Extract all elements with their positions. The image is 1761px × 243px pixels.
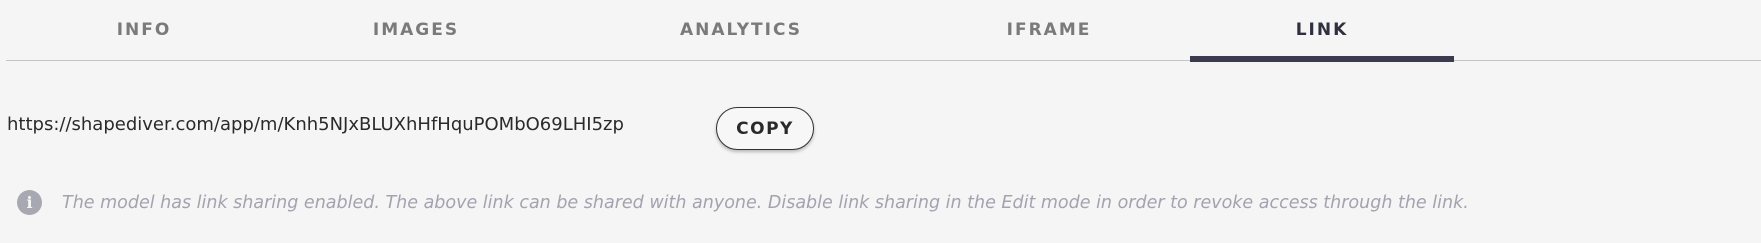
copy-button[interactable]: COPY: [716, 107, 814, 150]
tab-info-label: INFO: [116, 19, 172, 40]
tab-iframe[interactable]: IFRAME: [944, 0, 1154, 61]
link-sharing-notice-text: The model has link sharing enabled. The …: [62, 192, 1469, 213]
tab-bar: INFO IMAGES ANALYTICS IFRAME LINK: [6, 0, 1761, 62]
tab-iframe-label: IFRAME: [1006, 19, 1092, 40]
info-icon: i: [17, 190, 42, 215]
tab-images-label: IMAGES: [372, 19, 460, 40]
tab-link[interactable]: LINK: [1190, 0, 1454, 62]
tab-analytics[interactable]: ANALYTICS: [621, 0, 861, 61]
share-link-url[interactable]: https://shapediver.com/app/m/Knh5NJxBLUX…: [7, 114, 624, 135]
tab-images[interactable]: IMAGES: [311, 0, 521, 61]
link-sharing-notice: i The model has link sharing enabled. Th…: [17, 190, 1469, 215]
tab-analytics-label: ANALYTICS: [680, 19, 802, 40]
tab-info[interactable]: INFO: [39, 0, 249, 61]
tab-link-label: LINK: [1295, 19, 1349, 40]
